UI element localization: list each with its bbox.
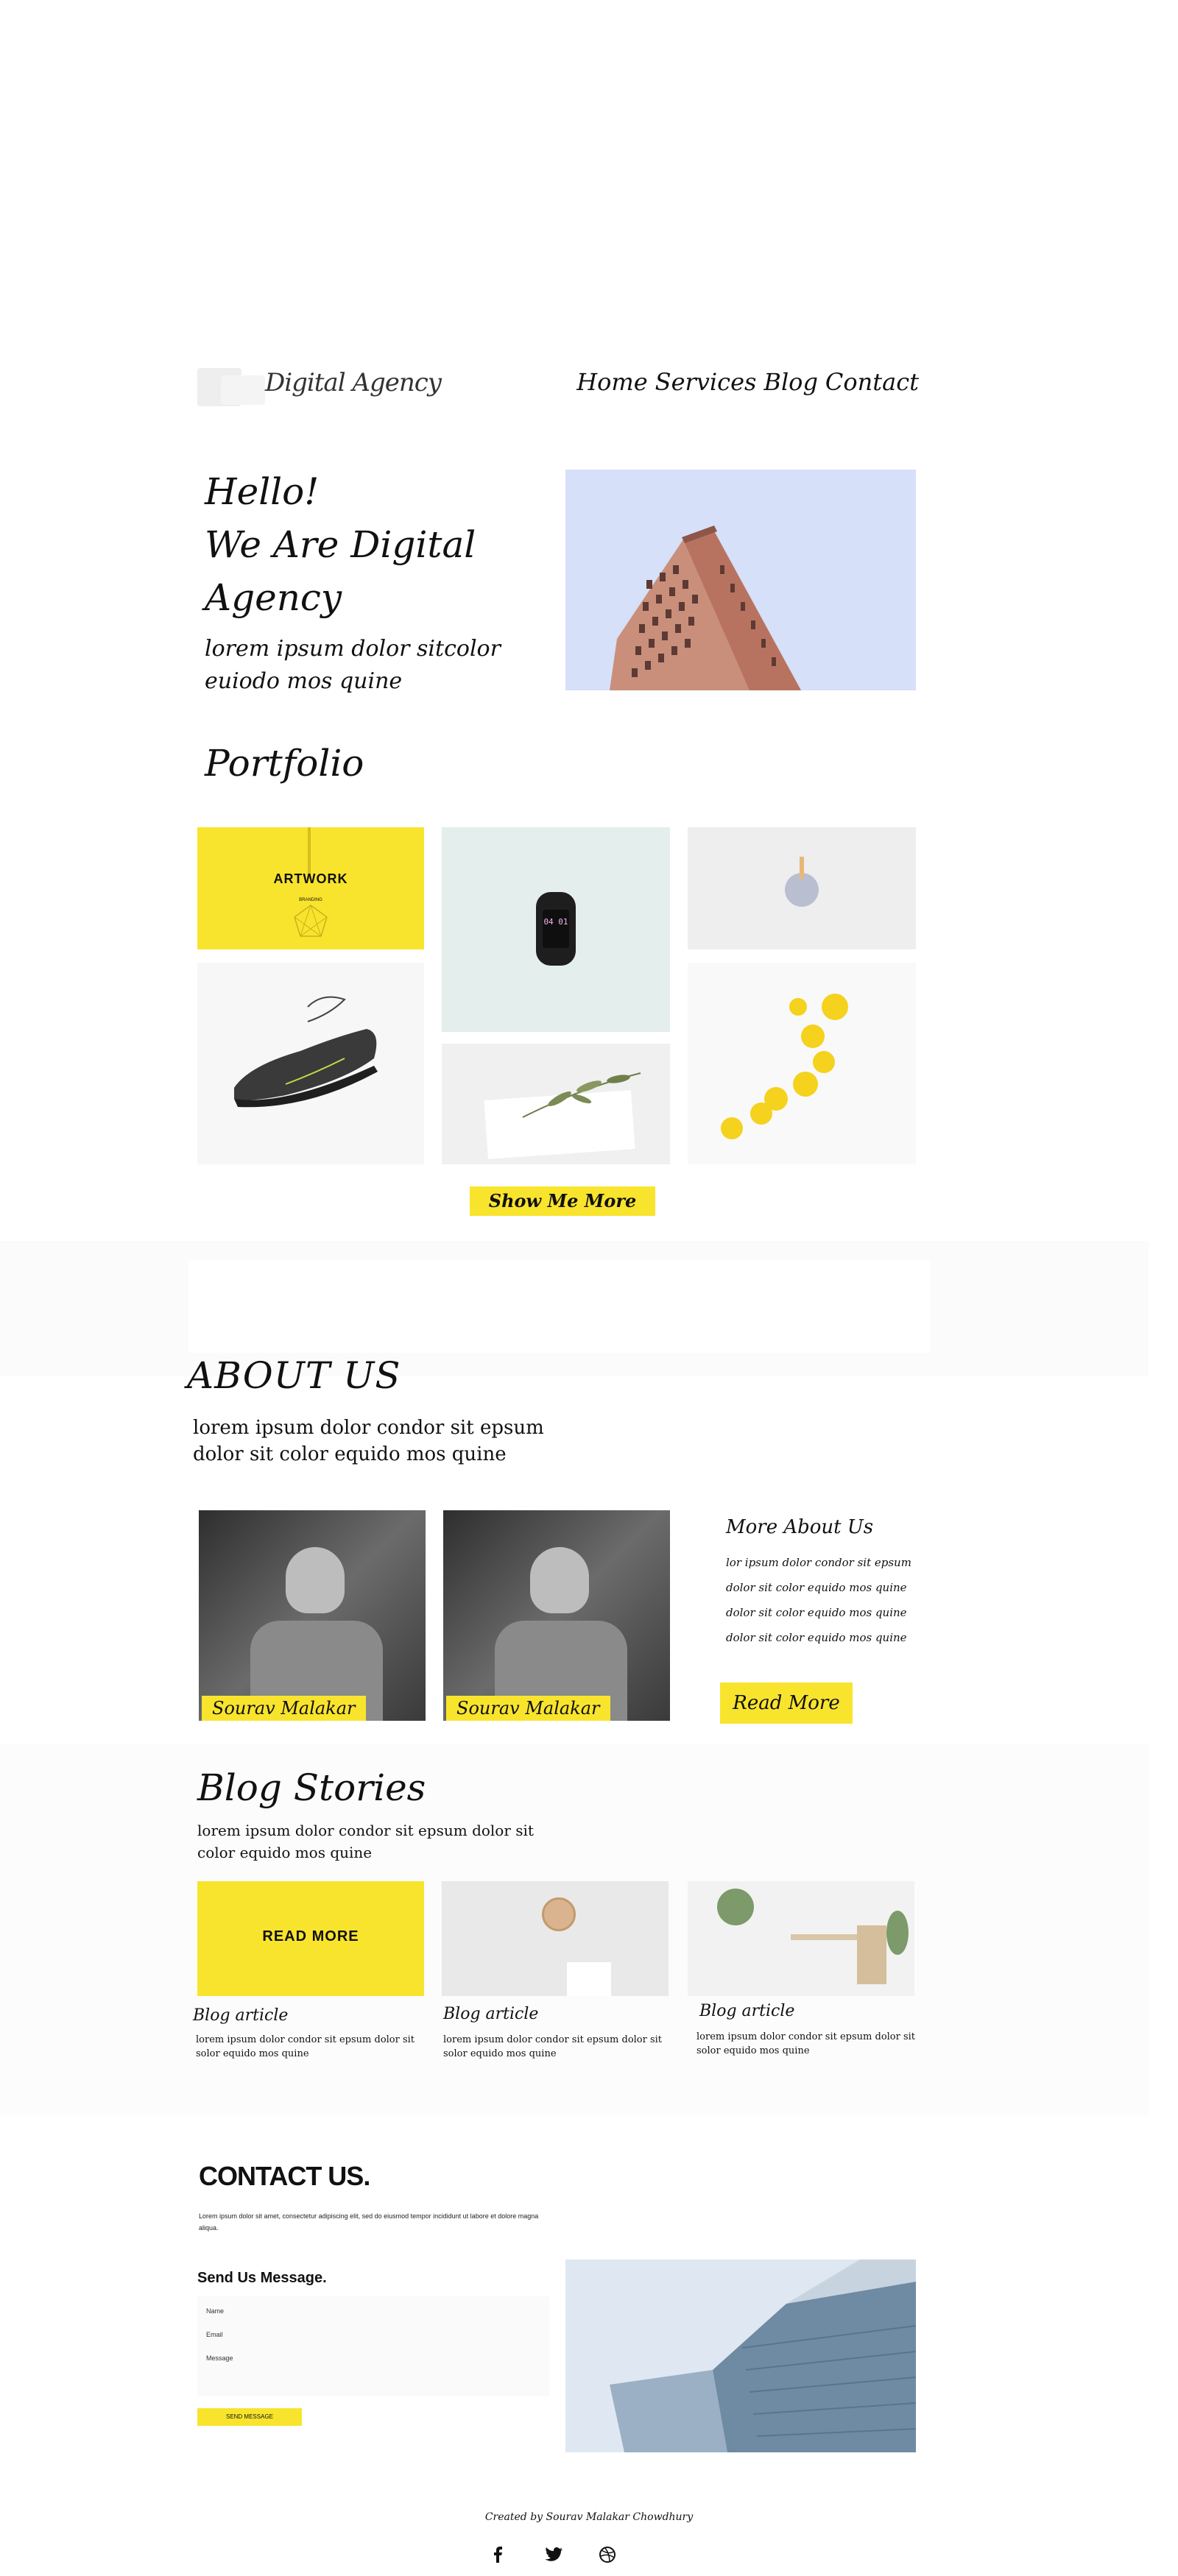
blog-card-3[interactable] xyxy=(688,1881,914,1996)
contact-title: CONTACT US. xyxy=(199,2161,370,2191)
hero-building-image xyxy=(565,470,916,690)
blog-card-2[interactable] xyxy=(442,1881,669,1996)
about-title: ABOUT US xyxy=(187,1354,401,1397)
portfolio-lemons-tile[interactable] xyxy=(688,963,916,1164)
portfolio-candle-tile[interactable] xyxy=(688,827,916,949)
lemons-illustration xyxy=(721,994,848,1139)
email-field[interactable] xyxy=(206,2324,537,2345)
hero-title-line-1: Hello! xyxy=(205,470,320,513)
team-member-card-2[interactable]: Sourav Malakar xyxy=(443,1510,670,1721)
modern-building-illustration xyxy=(565,2260,916,2452)
blog-article-title-2[interactable]: Blog article xyxy=(443,2005,538,2023)
blog-article-text-2: lorem ipsum dolor condor sit epsum dolor… xyxy=(443,2034,663,2059)
nav-contact[interactable]: Contact xyxy=(825,368,919,396)
team-member-card-1[interactable]: Sourav Malakar xyxy=(199,1510,426,1721)
blog-card-overlay: READ MORE xyxy=(262,1928,359,1945)
blog-article-title-3[interactable]: Blog article xyxy=(699,2002,794,2020)
olive-branch-icon xyxy=(522,1072,641,1118)
hero-title-line-2: We Are Digital xyxy=(205,523,476,566)
nav-blog[interactable]: Blog xyxy=(763,368,818,396)
portfolio-sneaker-tile[interactable] xyxy=(197,963,424,1164)
about-subtitle: lorem ipsum dolor condor sit epsum dolor… xyxy=(193,1417,544,1465)
footer-credit: Created by Sourav Malakar Chowdhury xyxy=(484,2511,694,2523)
artwork-sublabel: BRANDING xyxy=(299,898,322,902)
twitter-icon[interactable] xyxy=(543,2544,565,2566)
chair xyxy=(857,1925,886,1984)
blog-article-text-1: lorem ipsum dolor condor sit epsum dolor… xyxy=(196,2034,415,2059)
logo-text[interactable]: Digital Agency xyxy=(265,368,442,397)
read-more-button[interactable]: Read More xyxy=(720,1682,853,1724)
building-illustration xyxy=(565,470,916,690)
blog-subtitle: lorem ipsum dolor condor sit epsum dolor… xyxy=(197,1822,534,1861)
facebook-icon[interactable] xyxy=(487,2544,509,2566)
send-message-button[interactable]: SEND MESSAGE xyxy=(197,2408,302,2426)
portfolio-artwork-tile[interactable]: ARTWORK BRANDING xyxy=(197,827,424,949)
portrait-face-1 xyxy=(286,1547,345,1613)
clock-icon xyxy=(542,1897,576,1931)
geometric-ornament-icon xyxy=(294,905,328,937)
desk-lamp xyxy=(567,1962,611,1996)
sneaker-illustration xyxy=(234,996,378,1108)
nav-home[interactable]: Home xyxy=(576,368,647,396)
blog-article-text-3: lorem ipsum dolor condor sit epsum dolor… xyxy=(696,2031,916,2056)
main-nav: Home Services Blog Contact xyxy=(576,368,919,396)
more-about-line-1: lor ipsum dolor condor sit epsum xyxy=(726,1556,911,1569)
blog-title: Blog Stories xyxy=(197,1766,426,1809)
hero-title-line-3: Agency xyxy=(205,576,342,619)
contact-form xyxy=(197,2296,549,2396)
hero-subtitle: lorem ipsum dolor sitcolor euiodo mos qu… xyxy=(205,636,501,694)
team-member-name-1: Sourav Malakar xyxy=(202,1696,366,1721)
table-top xyxy=(791,1934,857,1940)
hero-title: Hello! We Are Digital Agency xyxy=(205,465,529,624)
more-about-line-3: dolor sit color equido mos quine xyxy=(726,1606,907,1619)
artwork-label: ARTWORK xyxy=(273,871,348,886)
candle-stick xyxy=(800,857,804,879)
message-field[interactable] xyxy=(206,2348,537,2368)
more-about-title: More About Us xyxy=(726,1516,874,1538)
logo-mark-shadow xyxy=(221,375,265,405)
nav-services[interactable]: Services xyxy=(655,368,757,396)
more-about-line-4: dolor sit color equido mos quine xyxy=(726,1631,907,1644)
contact-text: Lorem ipsum dolor sit amet, consectetur … xyxy=(199,2212,539,2232)
about-band-inner xyxy=(188,1260,931,1353)
blog-article-title-1[interactable]: Blog article xyxy=(193,2006,288,2025)
show-more-button[interactable]: Show Me More xyxy=(470,1186,655,1216)
portfolio-leaf-tile[interactable] xyxy=(442,1044,670,1164)
name-field[interactable] xyxy=(206,2301,537,2321)
plant-right xyxy=(886,1911,909,1955)
send-message-title: Send Us Message. xyxy=(197,2270,327,2286)
portfolio-title: Portfolio xyxy=(205,742,364,785)
dribbble-icon[interactable] xyxy=(596,2544,618,2566)
contact-building-image xyxy=(565,2260,916,2452)
smartwatch-display: 04 01 xyxy=(543,910,569,948)
blog-card-1[interactable]: READ MORE xyxy=(197,1881,424,1996)
more-about-line-2: dolor sit color equido mos quine xyxy=(726,1581,907,1594)
team-member-name-2: Sourav Malakar xyxy=(446,1696,610,1721)
portrait-face-2 xyxy=(530,1547,589,1613)
portfolio-watch-tile[interactable]: 04 01 xyxy=(442,827,670,1032)
plant xyxy=(717,1889,754,1925)
